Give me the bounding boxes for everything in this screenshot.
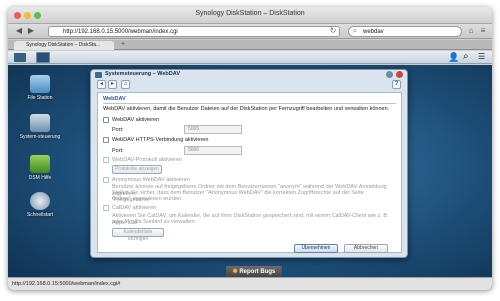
search-icon[interactable]: ⌕: [463, 51, 469, 62]
control-panel-taskbar-icon[interactable]: [36, 52, 50, 63]
browser-window: Synology DiskStation – DiskStation ◀ ▶ h…: [8, 7, 492, 290]
caldav-enable-checkbox[interactable]: [103, 205, 109, 211]
control-panel-icon: [30, 114, 50, 132]
desktop-icon-file-station[interactable]: File Station: [18, 75, 62, 101]
reload-icon[interactable]: ↻: [328, 26, 338, 36]
log-enable-checkbox[interactable]: [103, 157, 109, 163]
forward-arrow-icon[interactable]: ▸: [108, 80, 117, 89]
show-calendars-button[interactable]: Kalenderliste anzeigen: [112, 228, 164, 242]
report-bugs-label: Report Bugs: [239, 269, 276, 275]
desktop-icon-quick-start[interactable]: Schnellstart: [18, 192, 62, 218]
show-desktop-icon[interactable]: [14, 53, 26, 62]
caldav-description-line-2: oder Mozilla Sunbird zu verwalten.: [112, 219, 197, 225]
new-tab-button[interactable]: +: [118, 40, 128, 50]
navigation-bar: ◀ ▶ http://192.168.0.15:5000/webman/inde…: [8, 24, 492, 39]
back-arrow-icon[interactable]: ◀: [14, 26, 24, 36]
menu-icon[interactable]: ≡: [478, 26, 488, 36]
window-title: Synology DiskStation – DiskStation: [195, 10, 305, 17]
help-icon[interactable]: ?: [392, 80, 401, 89]
search-input[interactable]: webdav: [348, 26, 462, 37]
section-title: WebDAV: [103, 96, 126, 102]
home-icon[interactable]: ⌂: [121, 80, 130, 89]
webdav-enable-label: WebDAV aktivieren: [112, 117, 160, 123]
webdav-port-input[interactable]: 5005: [184, 125, 242, 134]
webdav-enable-checkbox[interactable]: [103, 117, 109, 123]
help-icon: [30, 155, 50, 173]
dsm-desktop: File Station System-steuerung DSM Hilfe …: [8, 65, 492, 290]
title-bar: Synology DiskStation – DiskStation: [8, 7, 492, 24]
https-port-input[interactable]: 5006: [184, 146, 242, 155]
desktop-icon-control-panel[interactable]: System-steuerung: [18, 114, 62, 140]
tab-diskstation[interactable]: Synology DiskStation – DiskSta...: [14, 41, 114, 50]
minimize-dialog-icon[interactable]: [386, 71, 393, 78]
forward-arrow-icon[interactable]: ▶: [26, 26, 36, 36]
options-icon[interactable]: ☰: [478, 52, 485, 61]
dialog-toolbar: ◂ ▸ ⌂ ?: [97, 80, 402, 90]
back-arrow-icon[interactable]: ◂: [97, 80, 106, 89]
close-dialog-icon[interactable]: [396, 71, 403, 78]
webdav-settings-panel: WebDAV WebDAV aktivieren, damit die Benu…: [97, 92, 402, 253]
desktop-icon-dsm-help[interactable]: DSM Hilfe: [18, 155, 62, 181]
anonymous-enable-checkbox[interactable]: [103, 177, 109, 183]
section-divider: [103, 103, 396, 104]
https-enable-label: WebDAV HTTPS-Verbindung aktivieren: [112, 137, 209, 143]
caldav-enable-label: CalDAV aktivieren: [112, 205, 157, 211]
log-enable-label: WebDAV-Protokoll aktivieren: [112, 157, 183, 163]
dsm-taskbar: 👤 ⌕ ☰: [8, 51, 492, 64]
https-enable-checkbox[interactable]: [103, 137, 109, 143]
cancel-button[interactable]: Abbrechen: [344, 244, 388, 253]
user-icon[interactable]: 👤: [448, 52, 459, 63]
webdav-dialog: Systemsteuerung – WebDAV ◂ ▸ ⌂ ? WebDAV …: [90, 69, 408, 258]
anonymous-description-line-3: Ordner" zugewiesen wurden.: [112, 196, 183, 202]
tab-bar: Synology DiskStation – DiskSta... +: [8, 40, 492, 50]
url-input[interactable]: http://192.168.0.15:5000/webman/index.cg…: [48, 26, 340, 37]
quick-start-icon: [30, 192, 50, 210]
webdav-port-label: Port:: [112, 127, 124, 133]
https-port-label: Port:: [112, 148, 124, 154]
webdav-description: WebDAV aktivieren, damit die Benutzer Da…: [103, 106, 390, 112]
apply-button[interactable]: Übernehmen: [294, 244, 338, 253]
dialog-title: Systemsteuerung – WebDAV: [105, 71, 180, 77]
show-logs-button[interactable]: Protokolle anzeigen: [112, 165, 162, 174]
status-bar: http://192.168.0.15:5000/webman/index.cg…: [8, 277, 492, 290]
search-icon: ⌕: [352, 26, 358, 35]
home-icon[interactable]: ⌂: [466, 26, 476, 36]
status-url: http://192.168.0.15:5000/webman/index.cg…: [12, 281, 121, 287]
file-station-icon: [30, 75, 50, 93]
anonymous-enable-label: Anonymous WebDAV aktivieren: [112, 177, 190, 183]
